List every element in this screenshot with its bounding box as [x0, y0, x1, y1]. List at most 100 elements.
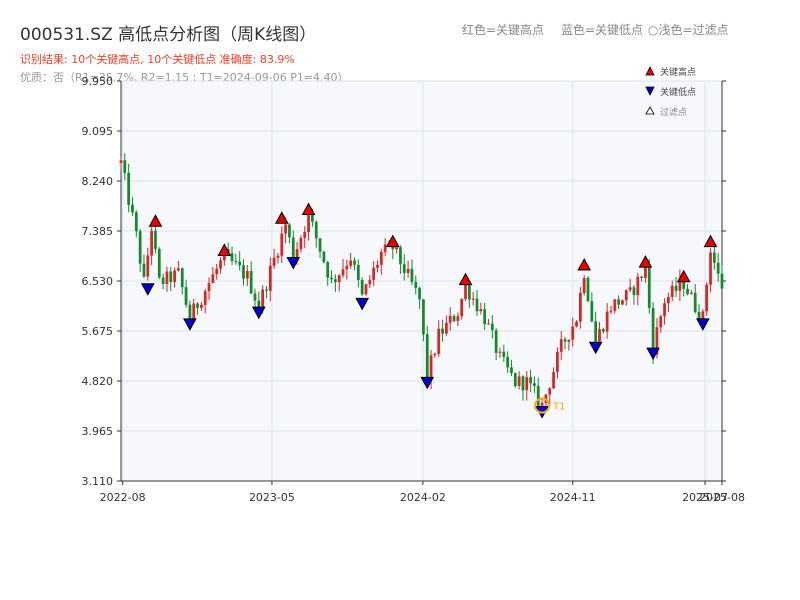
- candle-body: [353, 260, 356, 265]
- candle-body: [337, 275, 341, 283]
- candle-body: [720, 273, 724, 289]
- candle-body: [345, 265, 349, 270]
- candle-body: [429, 355, 433, 380]
- candle-body: [437, 328, 441, 354]
- candle-body: [245, 270, 249, 279]
- legend-high-icon: [645, 66, 655, 76]
- candle-body: [402, 264, 406, 273]
- candle-body: [471, 298, 475, 300]
- candle-body: [705, 284, 709, 312]
- candle-body: [138, 231, 142, 264]
- candle-body: [207, 283, 211, 292]
- candle-body: [322, 251, 326, 263]
- candle-body: [632, 287, 636, 296]
- candle-body: [173, 270, 176, 282]
- candle-body: [119, 160, 123, 163]
- candle-body: [709, 252, 712, 285]
- candle-body: [284, 224, 287, 234]
- candle-body: [150, 230, 154, 256]
- candle-body: [590, 301, 594, 322]
- candle-body: [410, 268, 414, 282]
- candle-body: [479, 309, 483, 312]
- y-tick-label: 8.240: [82, 175, 114, 188]
- candle-body: [609, 310, 613, 312]
- candle-body: [249, 270, 253, 294]
- y-tick-label: 6.530: [82, 275, 114, 288]
- legend-low-label: 关键低点: [660, 86, 696, 98]
- candle-body: [483, 309, 487, 325]
- candle-body: [433, 353, 437, 356]
- candle-body: [598, 329, 601, 342]
- candle-body: [414, 281, 418, 288]
- candle-body: [307, 212, 310, 232]
- candle-body: [265, 289, 268, 291]
- candle-body: [490, 323, 494, 331]
- legend-high-label: 关键高点: [660, 66, 696, 78]
- x-tick-label: 2022-08: [100, 491, 146, 504]
- candle-body: [422, 299, 425, 335]
- candle-body: [253, 293, 257, 301]
- candle-body: [383, 244, 387, 253]
- candle-body: [575, 321, 578, 327]
- candle-body: [303, 231, 307, 238]
- candle-body: [498, 351, 502, 353]
- y-tick-label: 7.385: [82, 225, 114, 238]
- candle-body: [502, 351, 506, 357]
- y-tick-label: 3.110: [82, 475, 114, 488]
- candle-body: [601, 329, 605, 332]
- x-tick-label: 2023-05: [249, 491, 295, 504]
- candle-body: [165, 271, 169, 284]
- candle-body: [280, 233, 284, 256]
- candle-body: [647, 265, 651, 309]
- candle-body: [192, 303, 196, 320]
- candle-body: [372, 267, 376, 280]
- candle-body: [360, 280, 364, 295]
- candle-body: [506, 356, 510, 368]
- candle-body: [203, 291, 207, 305]
- candle-body: [368, 279, 372, 285]
- candle-body: [288, 224, 291, 238]
- candle-body: [567, 339, 571, 342]
- candle-body: [131, 204, 134, 213]
- legend-filtered-label: 过滤点: [660, 106, 687, 118]
- candle-body: [196, 303, 199, 308]
- y-tick-label: 9.095: [82, 125, 114, 138]
- candle-body: [552, 372, 555, 389]
- candle-body: [605, 311, 609, 332]
- candle-body: [636, 276, 640, 296]
- candle-body: [571, 326, 575, 340]
- candle-body: [659, 316, 663, 328]
- candle-body: [621, 300, 624, 305]
- candle-body: [441, 328, 444, 334]
- candle-body: [376, 264, 379, 268]
- candle-body: [364, 284, 368, 295]
- y-tick-label: 3.965: [82, 425, 114, 438]
- candle-body: [123, 160, 127, 174]
- candle-body: [613, 299, 617, 311]
- candle-body: [349, 260, 353, 266]
- candle-body: [157, 248, 161, 278]
- candle-body: [513, 373, 517, 387]
- candle-body: [510, 367, 513, 374]
- y-tick-label: 9.950: [82, 75, 114, 88]
- candle-body: [330, 277, 333, 280]
- candle-body: [582, 277, 586, 293]
- y-tick-label: 4.820: [82, 375, 114, 388]
- candle-body: [521, 376, 525, 391]
- x-tick-label: 2024-02: [400, 491, 446, 504]
- candle-body: [299, 237, 303, 250]
- candle-body: [184, 287, 188, 305]
- candle-body: [154, 230, 157, 249]
- candle-body: [211, 274, 215, 284]
- candle-body: [456, 316, 460, 322]
- candle-body: [536, 385, 540, 406]
- candle-body: [234, 260, 238, 262]
- candle-body: [268, 265, 272, 291]
- candle-body: [418, 287, 421, 300]
- candlestick-chart: 3.110 3.965 4.820 5.675 6.530 7.385 8.240 9.095…: [82, 66, 745, 504]
- candle-body: [578, 292, 582, 322]
- candle-body: [716, 262, 720, 274]
- candle-body: [586, 277, 590, 302]
- candle-body: [663, 303, 666, 317]
- candle-body: [624, 290, 628, 301]
